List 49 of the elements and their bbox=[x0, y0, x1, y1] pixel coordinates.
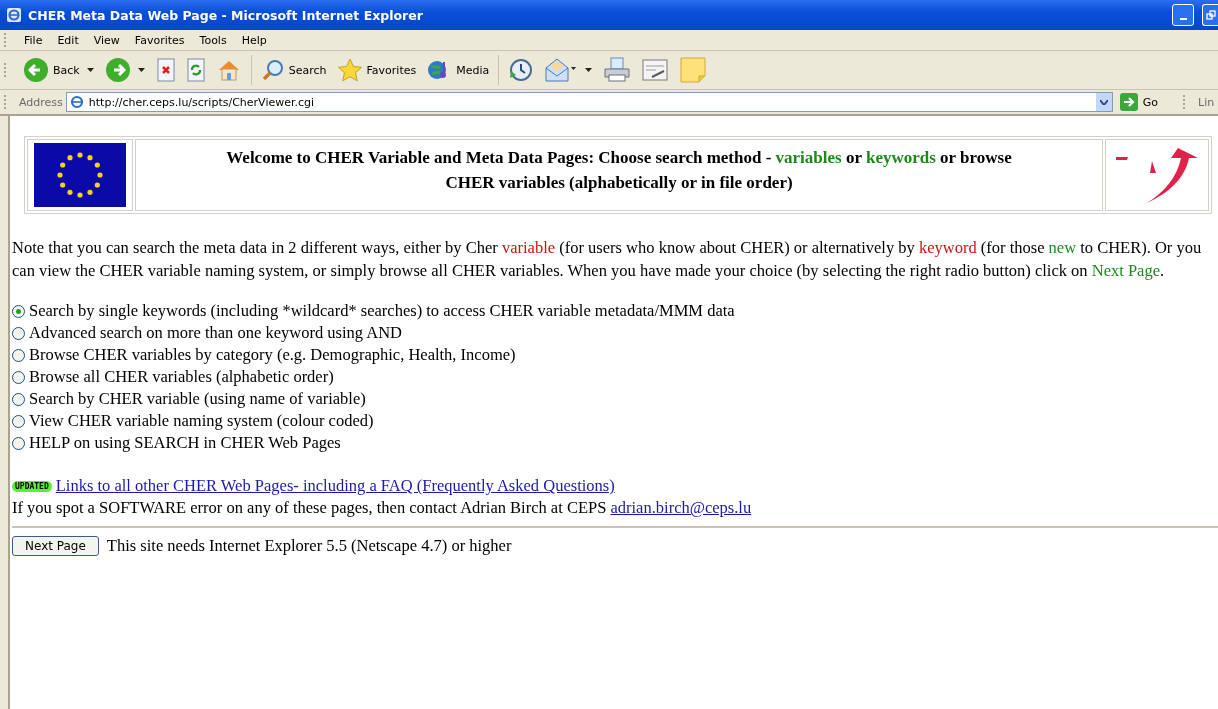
intro-paragraph: Note that you can search the meta data in 2 different ways, either by Cher variable (for users who know about CHER) or alternatively by keyword (for those new to CHER). Or you can view the CHER variable naming system, or simply browse all CHER variables. When you have made your choice (by selecting the right radio button) click on Next Page. bbox=[12, 237, 1203, 283]
restore-button[interactable] bbox=[1202, 4, 1218, 26]
menu-item[interactable]: Favorites bbox=[127, 33, 192, 47]
window-title: CHER Meta Data Web Page - Microsoft Internet Explorer bbox=[28, 7, 423, 23]
search-icon bbox=[260, 58, 285, 82]
option-label[interactable]: Search by CHER variable (using name of variable) bbox=[29, 389, 366, 410]
toolbar-button[interactable]: Favorites bbox=[333, 56, 420, 84]
radio-button[interactable] bbox=[12, 304, 25, 318]
toolbar-button[interactable]: Media bbox=[423, 56, 493, 84]
browser-icon bbox=[6, 7, 22, 23]
menu-item[interactable]: Help bbox=[234, 33, 274, 47]
option-label[interactable]: Advanced search on more than one keyword using AND bbox=[29, 323, 402, 344]
email-link[interactable]: adrian.birch@ceps.lu bbox=[610, 498, 752, 518]
minimize-icon bbox=[1179, 18, 1187, 20]
go-button[interactable]: Go bbox=[1115, 93, 1176, 111]
next-page-button[interactable]: Next Page bbox=[12, 536, 99, 557]
dropdown-arrow-icon[interactable] bbox=[585, 68, 593, 72]
links-link[interactable]: Links to all other CHER Web Pages- including a FAQ (Frequently Asked Questions) bbox=[55, 476, 615, 497]
address-label: Address bbox=[19, 95, 63, 109]
dropdown-arrow-icon[interactable] bbox=[86, 68, 94, 72]
contact-text: If you spot a SOFTWARE error on any of these pages, then contact Adrian Birch at CEPS adrian.birch@ceps.lu bbox=[12, 498, 753, 519]
option-label[interactable]: View CHER variable naming system (colour coded) bbox=[29, 411, 374, 432]
go-arrow-icon bbox=[1119, 93, 1138, 111]
radio-button[interactable] bbox=[12, 326, 25, 340]
option-label[interactable]: Browse all CHER variables (alphabetic order) bbox=[29, 367, 334, 388]
menu-item[interactable]: File bbox=[17, 33, 50, 47]
toolbar-button[interactable]: Search bbox=[257, 56, 330, 84]
welcome-heading: Welcome to CHER Variable and Meta Data Pages: Choose search method - variables or keywords or browse CHER variables (alphabetically or in file order) bbox=[225, 147, 1013, 194]
page-icon bbox=[68, 94, 85, 110]
menu-item[interactable]: Edit bbox=[50, 33, 86, 47]
radio-button[interactable] bbox=[12, 392, 25, 406]
radio-button[interactable] bbox=[12, 414, 25, 428]
menu-item[interactable]: Tools bbox=[192, 33, 234, 47]
radio-button[interactable] bbox=[12, 348, 25, 362]
minimize-button[interactable] bbox=[1172, 4, 1194, 26]
star-icon bbox=[336, 58, 363, 82]
dropdown-arrow-icon[interactable] bbox=[137, 68, 145, 72]
radio-button[interactable] bbox=[12, 370, 25, 384]
option-label[interactable]: Search by single keywords (including *wildcard* searches) to access CHER variable metadata/MMM data bbox=[29, 301, 735, 322]
requirement-text: This site needs Internet Explorer 5.5 (Netscape 4.7) or higher bbox=[106, 536, 512, 557]
updated-badge: UPDATED bbox=[12, 480, 52, 492]
option-label[interactable]: Browse CHER variables by category (e.g. Demographic, Health, Income) bbox=[29, 345, 516, 366]
restore-icon bbox=[1205, 10, 1216, 20]
links-label[interactable]: Lin bbox=[1198, 95, 1218, 109]
radio-button[interactable] bbox=[12, 436, 25, 450]
toolbar-button[interactable]: Back bbox=[20, 55, 83, 85]
address-field[interactable]: http://cher.ceps.lu/scripts/CherViewer.cgi bbox=[65, 92, 1113, 112]
option-label[interactable]: HELP on using SEARCH in CHER Web Pages bbox=[29, 433, 341, 454]
menu-item[interactable]: View bbox=[86, 33, 127, 47]
